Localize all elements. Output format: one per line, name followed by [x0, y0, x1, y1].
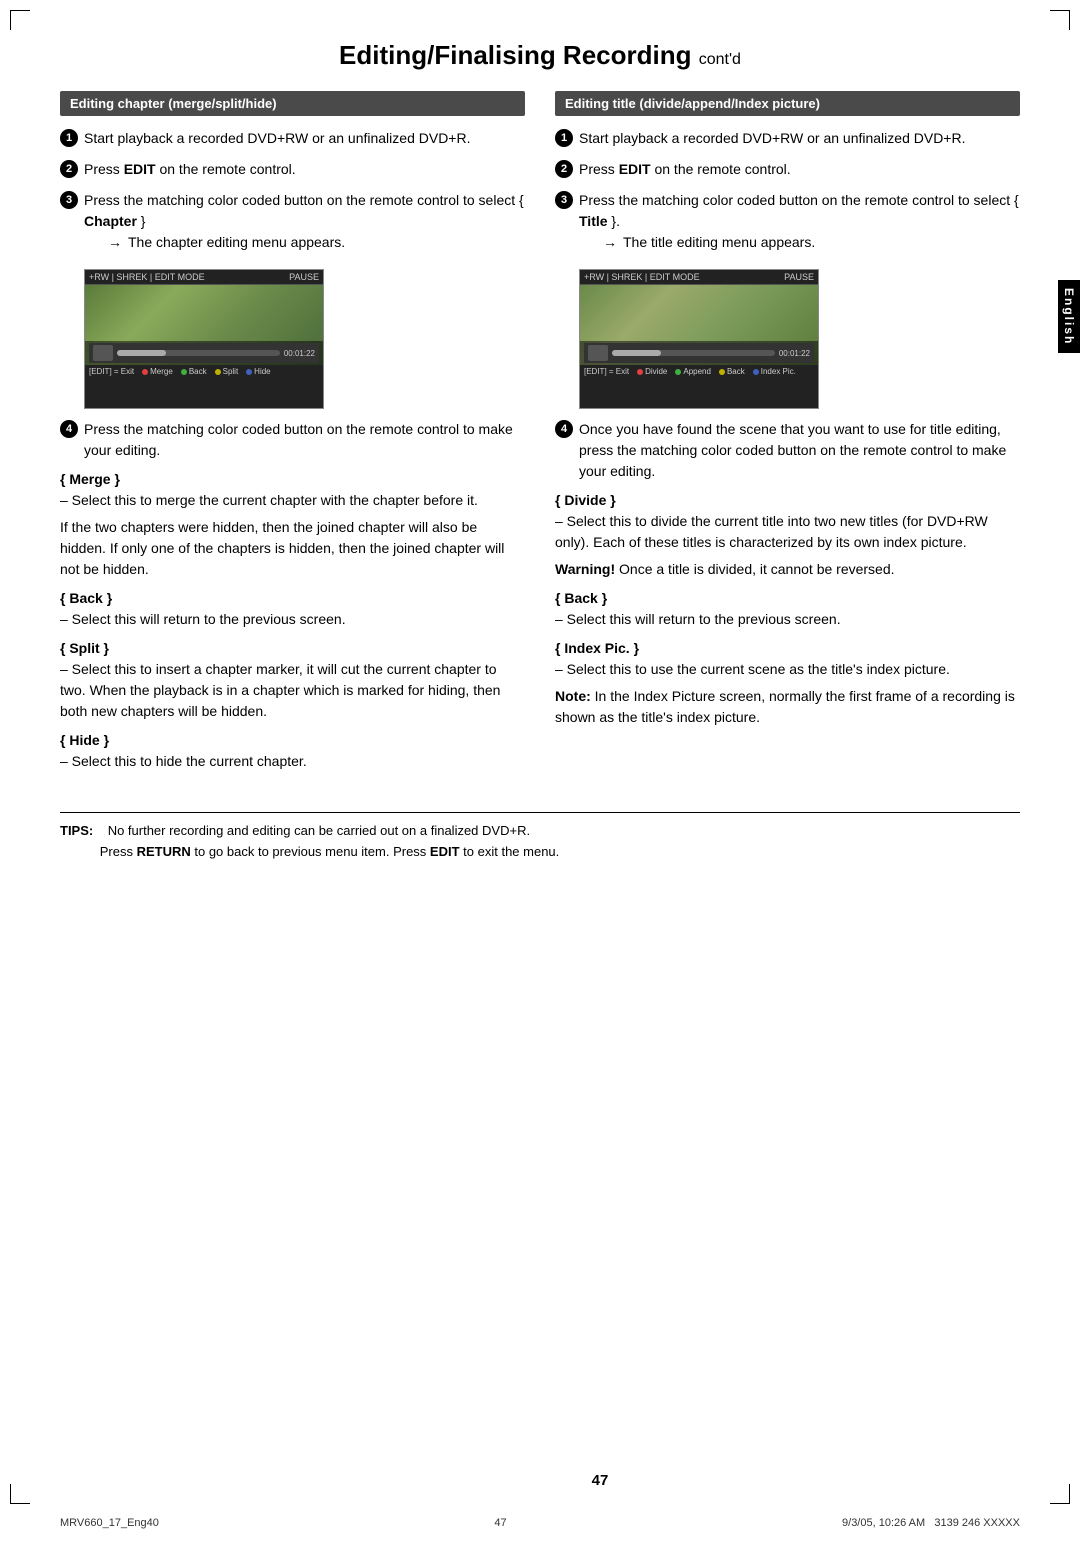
- note-text: Note: In the Index Picture screen, norma…: [555, 686, 1020, 728]
- screen1-progress: [117, 350, 280, 356]
- screen2-video: 00:01:22: [580, 285, 818, 365]
- footer-right: 9/3/05, 10:26 AM 3139 246 XXXXX: [842, 1517, 1020, 1529]
- screen2-progress: [612, 350, 775, 356]
- screen2-controls: 00:01:22: [584, 343, 814, 363]
- left-step-2: 2 Press EDIT on the remote control.: [60, 159, 525, 180]
- right-step-2: 2 Press EDIT on the remote control.: [555, 159, 1020, 180]
- right-column: Editing title (divide/append/Index pictu…: [555, 91, 1020, 738]
- hide-text: – Select this to hide the current chapte…: [60, 751, 525, 772]
- right-step3-arrow: The title editing menu appears.: [603, 232, 1020, 253]
- left-step-1: 1 Start playback a recorded DVD+RW or an…: [60, 128, 525, 149]
- merge-section: { Merge } – Select this to merge the cur…: [60, 471, 525, 580]
- main-title: Editing/Finalising Recording cont'd: [60, 40, 1020, 71]
- left-back-title: { Back }: [60, 590, 525, 606]
- screen1-progress-fill: [117, 350, 166, 356]
- left-step3-arrow: The chapter editing menu appears.: [108, 232, 525, 253]
- right-step-3: 3 Press the matching color coded button …: [555, 190, 1020, 259]
- screen2-bottom-bar: [EDIT] = Exit Divide Append Back Index P…: [580, 365, 818, 378]
- left-step-content-2: Press EDIT on the remote control.: [84, 159, 525, 180]
- screen1-video: 00:01:22: [85, 285, 323, 365]
- left-step-3: 3 Press the matching color coded button …: [60, 190, 525, 259]
- right-step-content-1: Start playback a recorded DVD+RW or an u…: [579, 128, 1020, 149]
- left-step-num-4: 4: [60, 420, 78, 438]
- left-step-4: 4 Press the matching color coded button …: [60, 419, 525, 461]
- left-step-content-3: Press the matching color coded button on…: [84, 190, 525, 259]
- divide-text: – Select this to divide the current titl…: [555, 511, 1020, 553]
- footer: MRV660_17_Eng40 47 9/3/05, 10:26 AM 3139…: [60, 1517, 1020, 1529]
- split-text: – Select this to insert a chapter marker…: [60, 659, 525, 722]
- right-back-title: { Back }: [555, 590, 1020, 606]
- left-step-num-3: 3: [60, 191, 78, 209]
- right-step-num-3: 3: [555, 191, 573, 209]
- left-step-num-1: 1: [60, 129, 78, 147]
- right-back-text: – Select this will return to the previou…: [555, 609, 1020, 630]
- footer-center: 47: [494, 1517, 506, 1529]
- screen-image-1: +RW | SHREK | EDIT MODE PAUSE 00:01:22: [84, 269, 324, 409]
- right-step-content-3: Press the matching color coded button on…: [579, 190, 1020, 259]
- screen1-bottom-bar: [EDIT] = Exit Merge Back Split Hide: [85, 365, 323, 378]
- right-back-section: { Back } – Select this will return to th…: [555, 590, 1020, 630]
- tips-label: TIPS:: [60, 823, 93, 838]
- left-back-section: { Back } – Select this will return to th…: [60, 590, 525, 630]
- screen1-controls: 00:01:22: [89, 343, 319, 363]
- split-section: { Split } – Select this to insert a chap…: [60, 640, 525, 722]
- hide-title: { Hide }: [60, 732, 525, 748]
- merge-title: { Merge }: [60, 471, 525, 487]
- screen2-ctrl-icon: [588, 345, 608, 361]
- left-back-text: – Select this will return to the previou…: [60, 609, 525, 630]
- left-column: Editing chapter (merge/split/hide) 1 Sta…: [60, 91, 525, 782]
- footer-left: MRV660_17_Eng40: [60, 1517, 159, 1529]
- screen2-top-bar: +RW | SHREK | EDIT MODE PAUSE: [580, 270, 818, 285]
- left-step-content-4: Press the matching color coded button on…: [84, 419, 525, 461]
- content-columns: Editing chapter (merge/split/hide) 1 Sta…: [60, 91, 1020, 782]
- screen2-progress-fill: [612, 350, 661, 356]
- divide-section: { Divide } – Select this to divide the c…: [555, 492, 1020, 580]
- right-step-content-4: Once you have found the scene that you w…: [579, 419, 1020, 482]
- merge-text2: If the two chapters were hidden, then th…: [60, 517, 525, 580]
- screen-image-2: +RW | SHREK | EDIT MODE PAUSE 00:01:22: [579, 269, 819, 409]
- screen1-ctrl-icon: [93, 345, 113, 361]
- tips-text2: Press RETURN to go back to previous menu…: [100, 844, 560, 859]
- divide-title: { Divide }: [555, 492, 1020, 508]
- right-step-num-2: 2: [555, 160, 573, 178]
- index-pic-section: { Index Pic. } – Select this to use the …: [555, 640, 1020, 728]
- index-pic-title: { Index Pic. }: [555, 640, 1020, 656]
- right-section-header: Editing title (divide/append/Index pictu…: [555, 91, 1020, 116]
- right-step-num-4: 4: [555, 420, 573, 438]
- split-title: { Split }: [60, 640, 525, 656]
- hide-section: { Hide } – Select this to hide the curre…: [60, 732, 525, 772]
- right-step-content-2: Press EDIT on the remote control.: [579, 159, 1020, 180]
- right-step-num-1: 1: [555, 129, 573, 147]
- left-step-num-2: 2: [60, 160, 78, 178]
- merge-text1: – Select this to merge the current chapt…: [60, 490, 525, 511]
- page-number: 47: [60, 1472, 1080, 1489]
- right-step-1: 1 Start playback a recorded DVD+RW or an…: [555, 128, 1020, 149]
- divide-warning: Warning! Once a title is divided, it can…: [555, 559, 1020, 580]
- left-step-content-1: Start playback a recorded DVD+RW or an u…: [84, 128, 525, 149]
- left-section-header: Editing chapter (merge/split/hide): [60, 91, 525, 116]
- tips-section: TIPS: No further recording and editing c…: [60, 812, 1020, 863]
- right-step-4: 4 Once you have found the scene that you…: [555, 419, 1020, 482]
- index-pic-text: – Select this to use the current scene a…: [555, 659, 1020, 680]
- screen1-top-bar: +RW | SHREK | EDIT MODE PAUSE: [85, 270, 323, 285]
- tips-text1: No further recording and editing can be …: [108, 823, 530, 838]
